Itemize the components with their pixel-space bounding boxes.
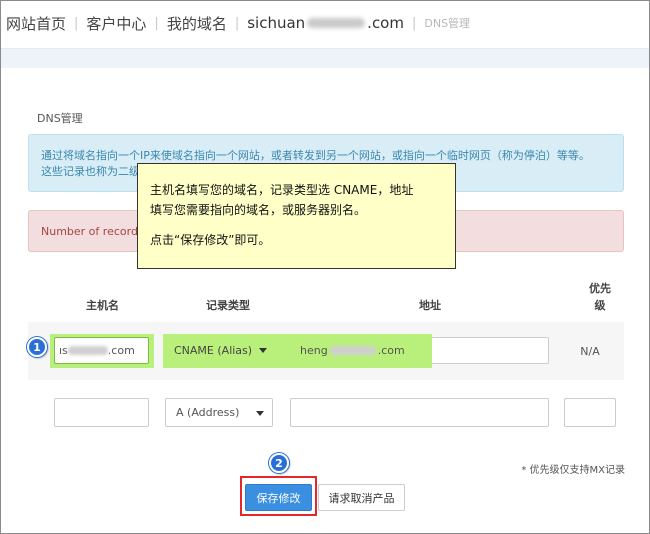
- address-value-end: .com: [377, 344, 405, 357]
- redacted-text: [329, 346, 376, 355]
- domain-name-end: .com: [367, 14, 404, 32]
- host-input[interactable]: ıs .com: [54, 337, 149, 364]
- address-input[interactable]: heng .com: [290, 337, 549, 364]
- host-value-start: ıs: [59, 344, 68, 357]
- step-two-marker: 2: [269, 453, 289, 473]
- info-text-line1: 通过将域名指向一个IP来使域名指向一个网站，或者转发到另一个网站，或指向一个临时…: [41, 149, 590, 162]
- step-one-marker: 1: [27, 337, 47, 357]
- record-type-value: CNAME (Alias): [174, 344, 253, 357]
- record-type-value: A (Address): [176, 406, 240, 419]
- column-header-address: 地址: [419, 299, 441, 312]
- nav-my-domains-link[interactable]: 我的域名: [167, 13, 227, 34]
- header-stripe: [1, 48, 649, 68]
- host-value-end: .com: [107, 344, 135, 357]
- priority-header-line1: 优先: [589, 282, 611, 295]
- host-input-empty[interactable]: [54, 398, 149, 427]
- nav-separator: |: [74, 15, 79, 31]
- request-cancel-product-button[interactable]: 请求取消产品: [318, 484, 405, 511]
- tooltip-line3: 点击“保存修改”即可。: [150, 233, 271, 247]
- top-navigation: 网站首页 | 客户中心 | 我的域名 | sichuan .com | DNS管…: [6, 12, 470, 34]
- domain-name-start: sichuan: [247, 14, 306, 32]
- instruction-tooltip: 主机名填写您的域名，记录类型选 CNAME，地址 填写您需要指向的域名，或服务器…: [137, 163, 456, 269]
- chevron-down-icon: [256, 411, 264, 416]
- priority-value: N/A: [580, 345, 600, 358]
- priority-header-line2: 级: [594, 299, 606, 312]
- chevron-down-icon: [259, 348, 268, 353]
- nav-separator: |: [234, 15, 240, 31]
- breadcrumb-current: DNS管理: [424, 17, 471, 30]
- section-title: DNS管理: [37, 112, 83, 125]
- address-input-empty[interactable]: [290, 398, 549, 427]
- priority-input-empty[interactable]: [564, 398, 616, 427]
- address-value-start: heng: [300, 344, 328, 357]
- tooltip-line1: 主机名填写您的域名，记录类型选 CNAME，地址: [150, 183, 414, 197]
- save-changes-button[interactable]: 保存修改: [245, 484, 312, 511]
- column-header-host: 主机名: [86, 299, 119, 312]
- record-type-select[interactable]: CNAME (Alias): [166, 337, 274, 364]
- nav-customer-center-link[interactable]: 客户中心: [86, 13, 146, 34]
- tooltip-line2: 填写您需要指向的域名，或服务器别名。: [150, 203, 367, 217]
- column-header-priority: 优先 级: [582, 280, 618, 314]
- nav-separator: |: [154, 15, 159, 31]
- nav-home-link[interactable]: 网站首页: [6, 13, 66, 34]
- redacted-text: [67, 346, 108, 355]
- warning-text: Number of records: [41, 225, 144, 238]
- tooltip-text: 主机名填写您的域名，记录类型选 CNAME，地址 填写您需要指向的域名，或服务器…: [150, 180, 443, 220]
- redacted-text: [307, 18, 366, 28]
- record-type-select-empty[interactable]: A (Address): [165, 398, 273, 427]
- current-domain: sichuan .com: [247, 14, 404, 32]
- priority-note: * 优先级仅支持MX记录: [521, 465, 625, 476]
- column-header-record-type: 记录类型: [206, 299, 250, 312]
- nav-separator: |: [411, 15, 417, 31]
